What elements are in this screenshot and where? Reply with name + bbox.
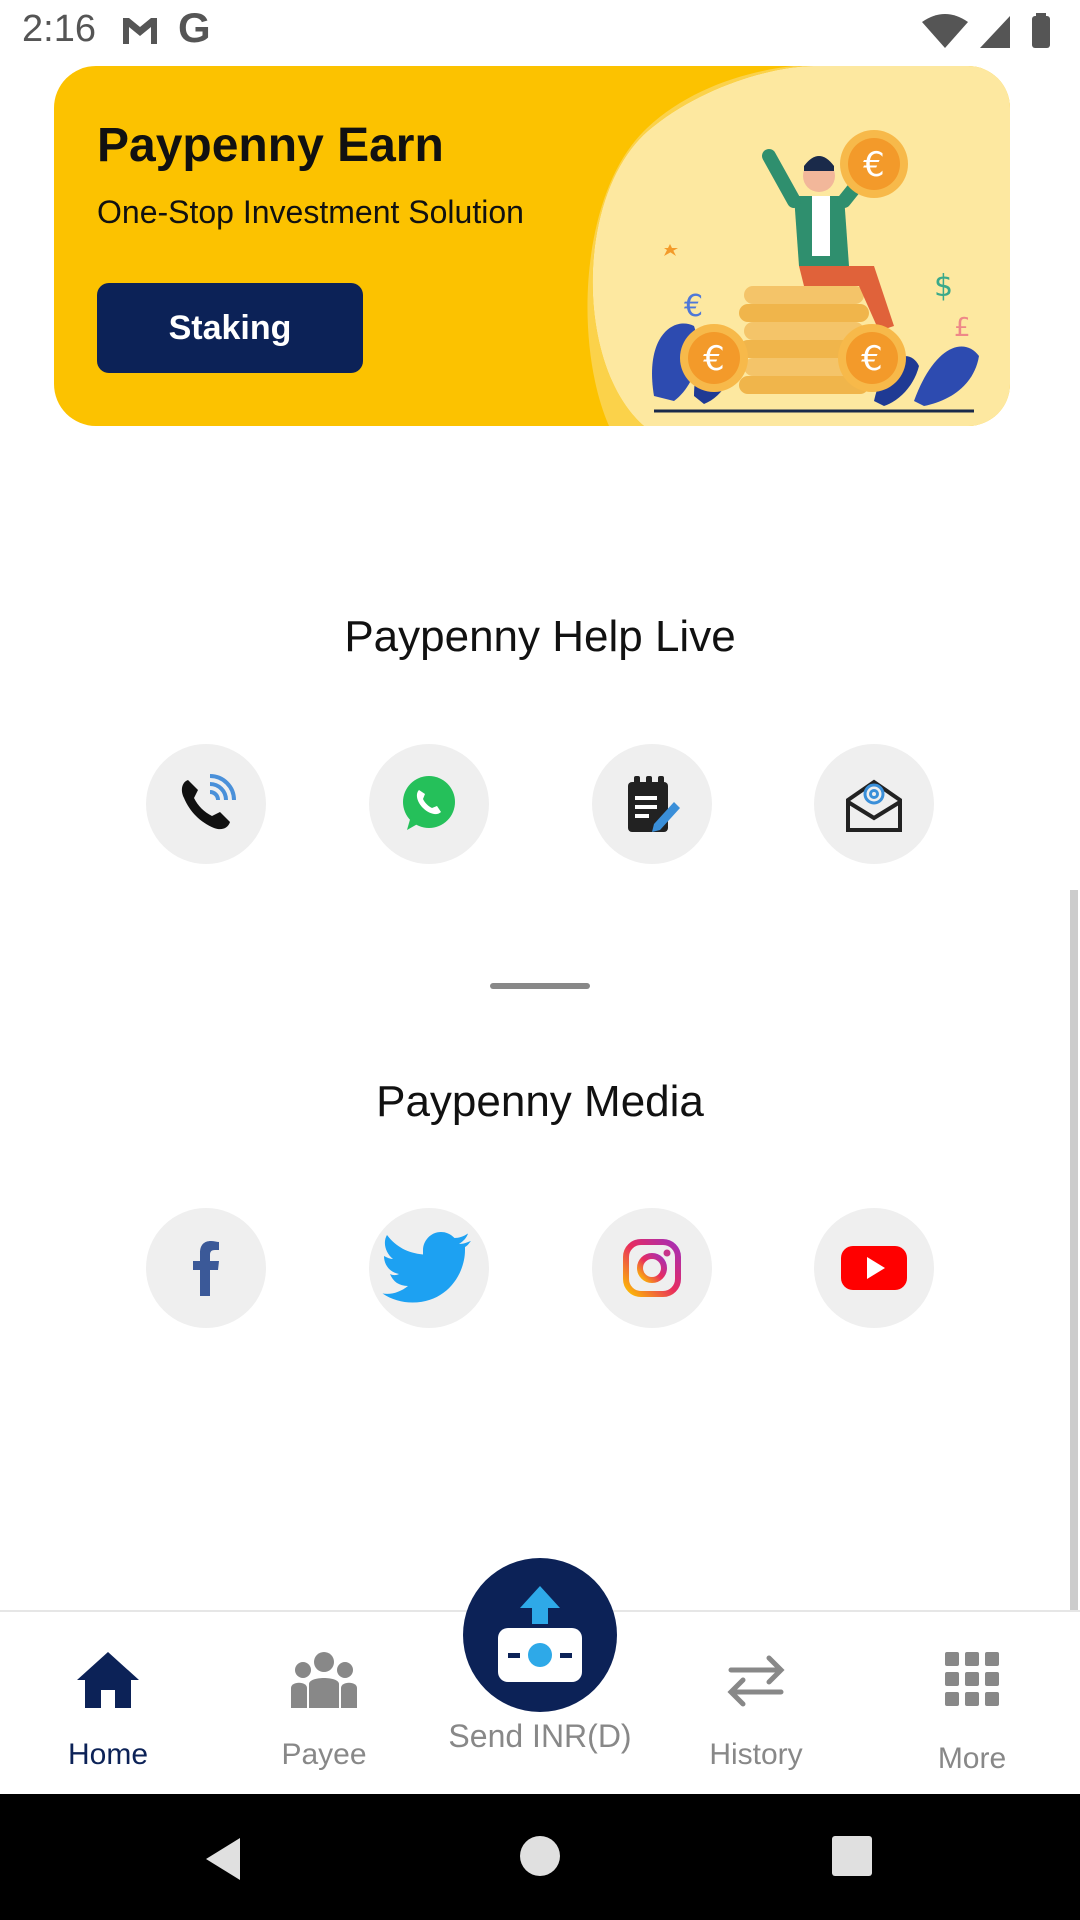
nav-payee-label: Payee <box>281 1738 367 1771</box>
whatsapp-button[interactable] <box>369 744 489 864</box>
help-icons-row <box>0 744 1080 864</box>
email-icon <box>846 779 902 832</box>
status-bar: 2:16 G <box>0 0 1080 64</box>
nav-history[interactable]: History <box>648 1612 864 1796</box>
scrollbar[interactable] <box>1070 890 1078 1610</box>
banner-subtitle: One-Stop Investment Solution <box>97 194 524 230</box>
payee-icon <box>291 1652 357 1708</box>
notes-icon <box>628 776 680 832</box>
staking-button[interactable]: Staking <box>97 283 363 373</box>
nav-home[interactable]: Home <box>0 1612 216 1796</box>
notes-button[interactable] <box>592 744 712 864</box>
paypenny-earn-banner[interactable]: Paypenny Earn One-Stop Investment Soluti… <box>54 66 1010 426</box>
svg-text:€: € <box>861 339 883 379</box>
twitter-icon <box>382 1232 471 1303</box>
system-status-icons <box>922 13 1050 48</box>
status-time: 2:16 <box>22 8 96 50</box>
facebook-icon <box>193 1241 219 1296</box>
phone-button[interactable] <box>146 744 266 864</box>
media-section-title: Paypenny Media <box>376 1077 704 1126</box>
svg-text:€: € <box>684 289 703 324</box>
banner-title: Paypenny Earn <box>97 119 444 172</box>
grid-icon <box>945 1652 999 1706</box>
nav-more-label: More <box>937 1742 1007 1775</box>
help-section-title: Paypenny Help Live <box>344 612 736 661</box>
youtube-button[interactable] <box>814 1208 934 1328</box>
youtube-icon <box>841 1246 907 1290</box>
history-arrows-icon <box>727 1655 785 1707</box>
nav-more[interactable]: More <box>864 1612 1080 1796</box>
recents-icon[interactable] <box>830 1834 874 1878</box>
nav-home-label: Home <box>67 1738 149 1771</box>
phone-icon <box>181 774 236 830</box>
media-icons-row <box>0 1208 1080 1328</box>
facebook-button[interactable] <box>146 1208 266 1328</box>
nav-history-label: History <box>709 1738 803 1771</box>
system-navigation-bar <box>0 1794 1080 1920</box>
twitter-button[interactable] <box>369 1208 489 1328</box>
instagram-icon <box>623 1239 681 1297</box>
home-circle-icon[interactable] <box>518 1834 562 1878</box>
investment-illustration: € € € € £ $ <box>652 130 979 413</box>
send-inr-label: Send INR(D) <box>448 1718 632 1754</box>
email-button[interactable] <box>814 744 934 864</box>
gmail-icon <box>123 18 157 44</box>
send-inr-button[interactable] <box>463 1558 617 1712</box>
nav-payee[interactable]: Payee <box>216 1612 432 1796</box>
home-icon <box>77 1652 139 1708</box>
whatsapp-icon <box>403 776 455 830</box>
google-icon: G <box>178 4 211 51</box>
svg-text:€: € <box>863 145 885 185</box>
svg-text:€: € <box>703 339 725 379</box>
instagram-button[interactable] <box>592 1208 712 1328</box>
svg-text:£: £ <box>954 313 971 343</box>
section-divider <box>490 983 590 989</box>
svg-text:$: $ <box>934 269 953 304</box>
back-icon[interactable] <box>200 1834 250 1884</box>
send-money-icon <box>498 1586 582 1682</box>
